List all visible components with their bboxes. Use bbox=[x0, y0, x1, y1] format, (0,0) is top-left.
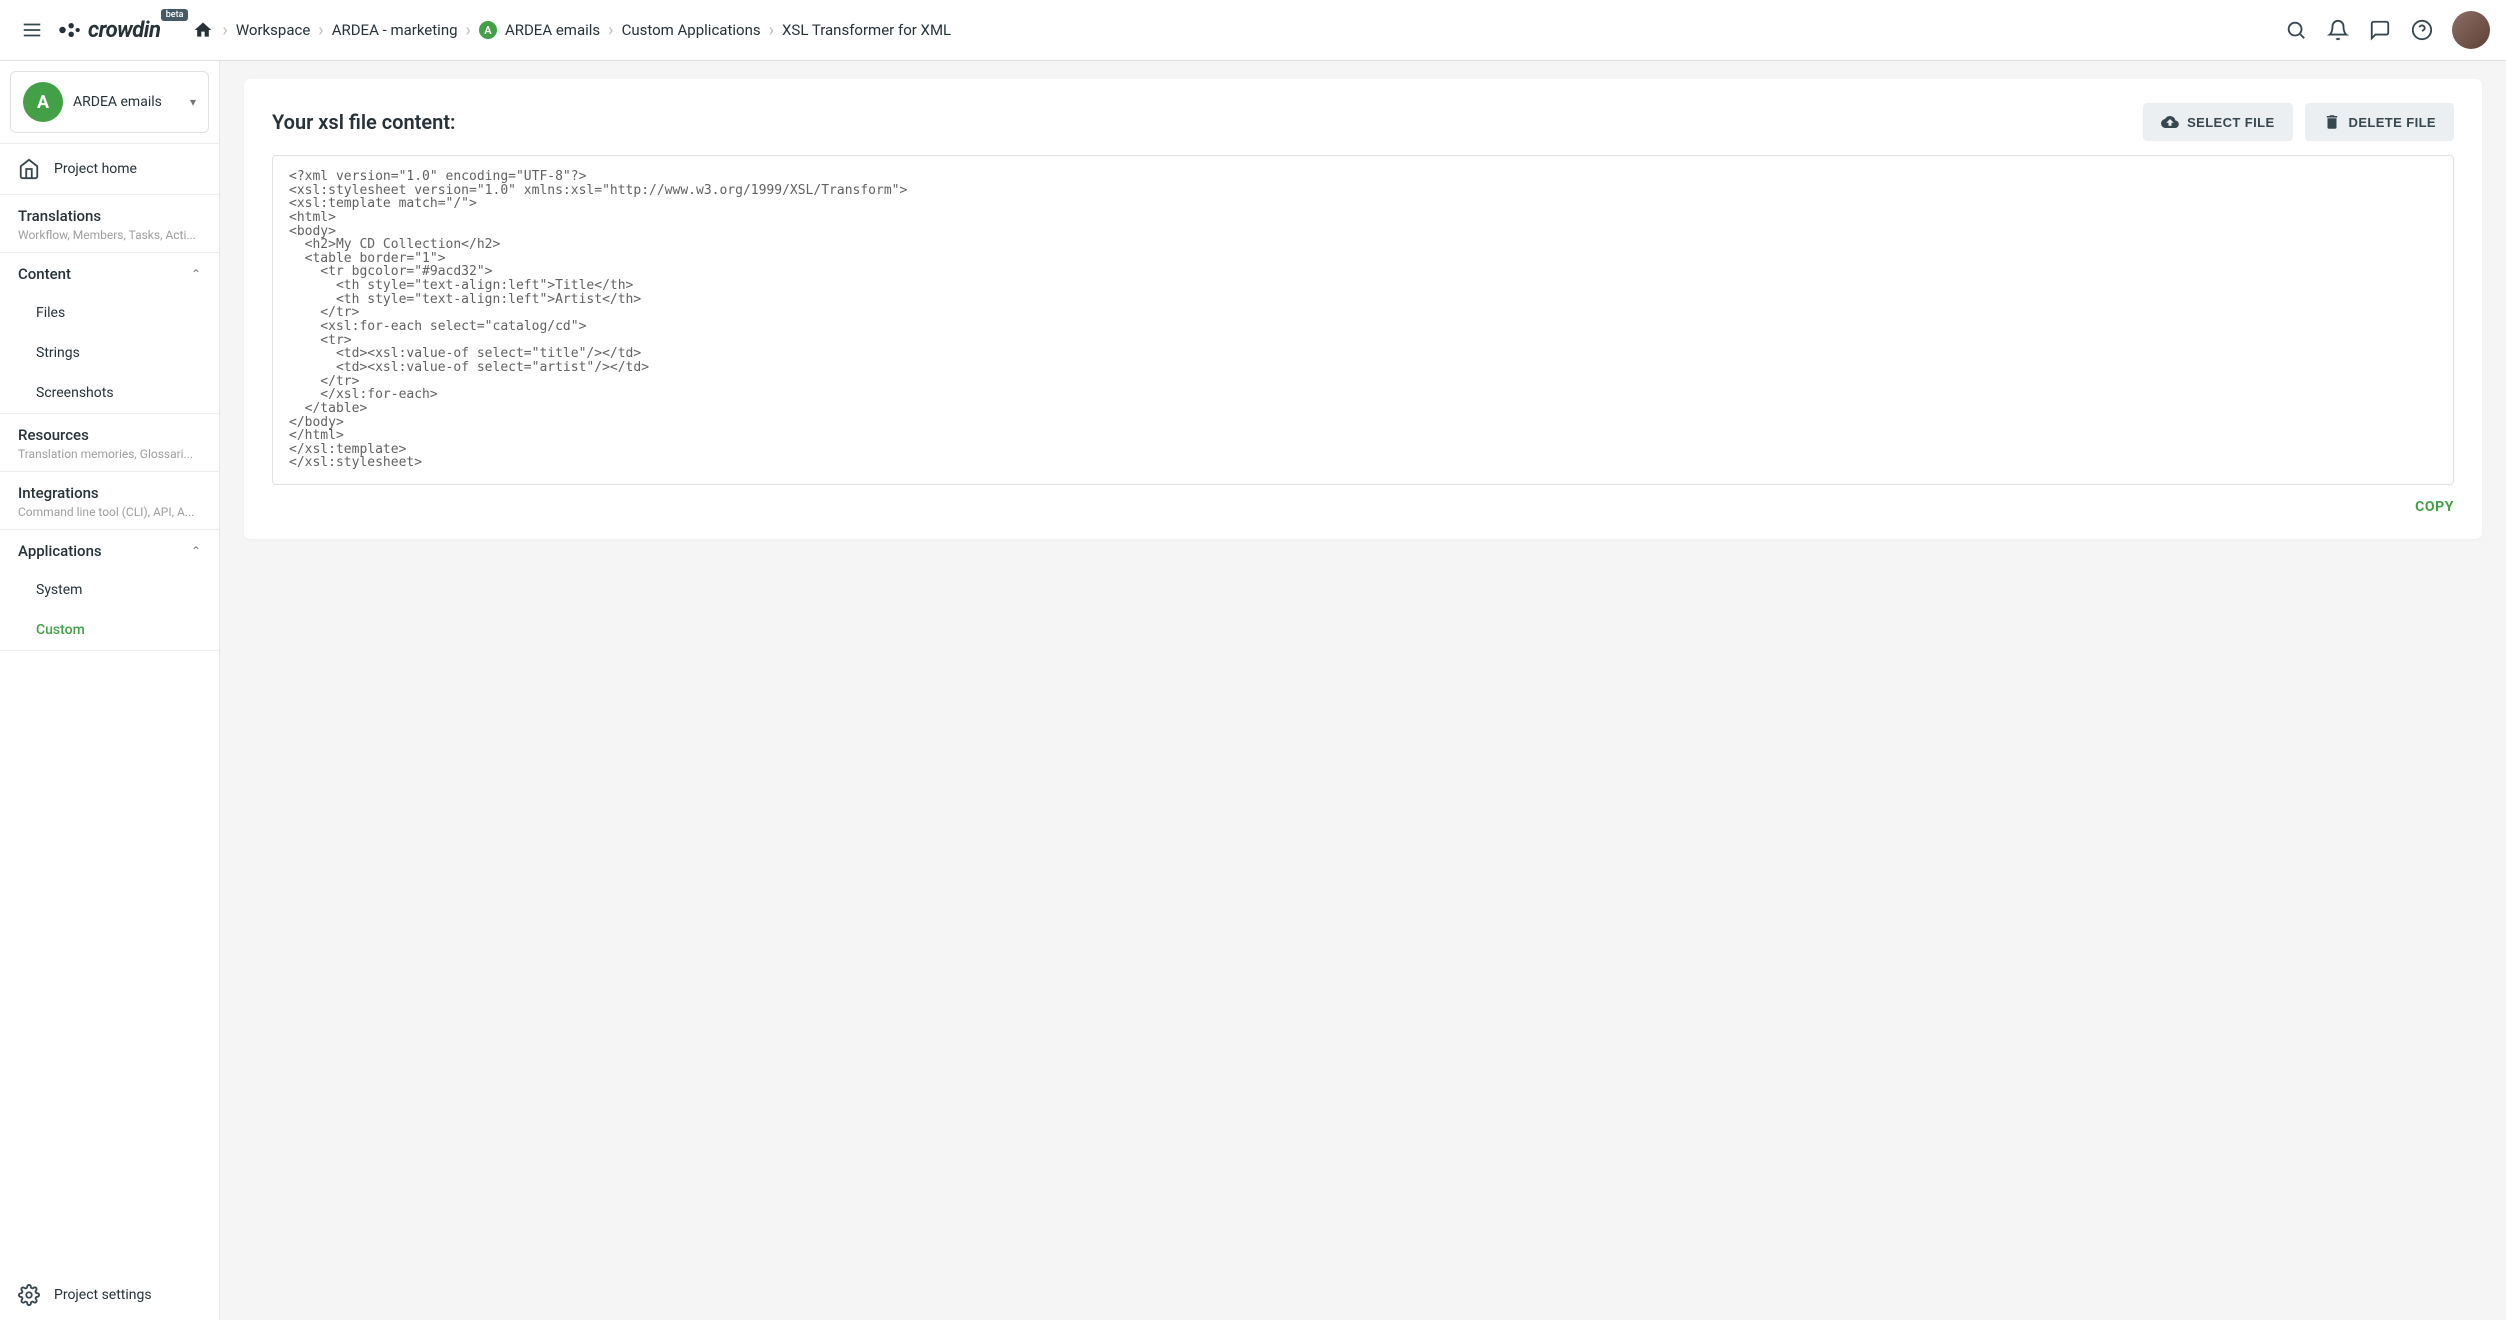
beta-badge: beta bbox=[161, 9, 189, 21]
button-label: SELECT FILE bbox=[2187, 115, 2274, 130]
main-content: Your xsl file content: SELECT FILE DELET… bbox=[220, 61, 2506, 1320]
sidebar-item-system[interactable]: System bbox=[0, 570, 219, 610]
select-file-button[interactable]: SELECT FILE bbox=[2143, 103, 2292, 141]
chat-icon bbox=[2369, 19, 2391, 41]
topbar: crowdin beta › Workspace › ARDEA - marke… bbox=[0, 0, 2506, 61]
project-name: ARDEA emails bbox=[73, 94, 180, 110]
breadcrumb-workspace[interactable]: Workspace bbox=[236, 21, 310, 39]
sidebar-item-strings[interactable]: Strings bbox=[0, 333, 219, 373]
chevron-right-icon: › bbox=[606, 20, 615, 41]
delete-file-button[interactable]: DELETE FILE bbox=[2305, 103, 2454, 141]
help-icon bbox=[2411, 19, 2433, 41]
card-header: Your xsl file content: SELECT FILE DELET… bbox=[272, 103, 2454, 141]
cloud-upload-icon bbox=[2161, 113, 2179, 131]
button-label: DELETE FILE bbox=[2349, 115, 2436, 130]
sidebar-group-subtitle: Translation memories, Glossari... bbox=[18, 447, 201, 461]
project-avatar: A bbox=[23, 82, 63, 122]
chevron-right-icon: › bbox=[220, 20, 229, 41]
sidebar-group-label: Content bbox=[18, 265, 71, 283]
breadcrumb-ardea-marketing[interactable]: ARDEA - marketing bbox=[332, 21, 458, 39]
chevron-up-icon: ⌃ bbox=[191, 544, 201, 558]
help-button[interactable] bbox=[2410, 18, 2434, 42]
logo[interactable]: crowdin beta bbox=[56, 17, 160, 43]
xsl-code-content[interactable]: <?xml version="1.0" encoding="UTF-8"?> <… bbox=[272, 155, 2454, 485]
sidebar-project-settings[interactable]: Project settings bbox=[0, 1270, 219, 1320]
breadcrumb-ardea-emails[interactable]: ARDEA emails bbox=[505, 21, 600, 39]
xsl-content-card: Your xsl file content: SELECT FILE DELET… bbox=[244, 79, 2482, 539]
sidebar-item-files[interactable]: Files bbox=[0, 293, 219, 333]
chevron-right-icon: › bbox=[464, 20, 473, 41]
home-icon bbox=[193, 20, 213, 40]
logo-icon bbox=[56, 17, 82, 43]
search-button[interactable] bbox=[2284, 18, 2308, 42]
user-avatar[interactable] bbox=[2452, 11, 2490, 49]
bell-icon bbox=[2327, 19, 2349, 41]
card-footer: COPY bbox=[272, 499, 2454, 515]
sidebar-group-translations[interactable]: Translations Workflow, Members, Tasks, A… bbox=[0, 195, 219, 252]
sidebar-item-screenshots[interactable]: Screenshots bbox=[0, 373, 219, 413]
breadcrumb-custom-applications[interactable]: Custom Applications bbox=[622, 21, 761, 39]
sidebar-group-integrations[interactable]: Integrations Command line tool (CLI), AP… bbox=[0, 472, 219, 529]
sidebar-group-content[interactable]: Content ⌃ bbox=[0, 253, 219, 293]
sidebar-group-resources[interactable]: Resources Translation memories, Glossari… bbox=[0, 414, 219, 471]
project-switcher[interactable]: A ARDEA emails ▾ bbox=[10, 71, 209, 133]
divider bbox=[0, 650, 219, 651]
sidebar-group-subtitle: Command line tool (CLI), API, A... bbox=[18, 505, 201, 519]
chevron-up-icon: ⌃ bbox=[191, 267, 201, 281]
breadcrumb-current: XSL Transformer for XML bbox=[782, 21, 951, 39]
menu-toggle[interactable] bbox=[16, 14, 48, 46]
topbar-actions bbox=[2284, 11, 2490, 49]
chevron-right-icon: › bbox=[316, 20, 325, 41]
sidebar: A ARDEA emails ▾ Project home Translatio… bbox=[0, 61, 220, 1320]
sidebar-group-label: Resources bbox=[18, 426, 89, 444]
search-icon bbox=[2285, 19, 2307, 41]
sidebar-group-label: Integrations bbox=[18, 484, 99, 502]
sidebar-project-home[interactable]: Project home bbox=[0, 144, 219, 194]
sidebar-group-label: Applications bbox=[18, 542, 102, 560]
sidebar-item-label: Project settings bbox=[54, 1287, 152, 1303]
home-icon bbox=[18, 158, 40, 180]
breadcrumb-home[interactable] bbox=[192, 19, 214, 41]
card-title: Your xsl file content: bbox=[272, 110, 2131, 134]
copy-button[interactable]: COPY bbox=[2415, 499, 2454, 515]
sidebar-group-applications[interactable]: Applications ⌃ bbox=[0, 530, 219, 570]
chevron-right-icon: › bbox=[767, 20, 776, 41]
gear-icon bbox=[18, 1284, 40, 1306]
messages-button[interactable] bbox=[2368, 18, 2392, 42]
sidebar-group-label: Translations bbox=[18, 207, 101, 225]
breadcrumb: › Workspace › ARDEA - marketing › A ARDE… bbox=[192, 19, 2276, 41]
logo-text: crowdin bbox=[88, 18, 160, 43]
sidebar-item-custom[interactable]: Custom bbox=[0, 610, 219, 650]
sidebar-group-subtitle: Workflow, Members, Tasks, Acti... bbox=[18, 228, 201, 242]
sidebar-item-label: Project home bbox=[54, 161, 137, 177]
caret-down-icon: ▾ bbox=[190, 95, 196, 109]
hamburger-icon bbox=[21, 19, 43, 41]
breadcrumb-project-badge: A bbox=[479, 21, 497, 39]
trash-icon bbox=[2323, 113, 2341, 131]
notifications-button[interactable] bbox=[2326, 18, 2350, 42]
